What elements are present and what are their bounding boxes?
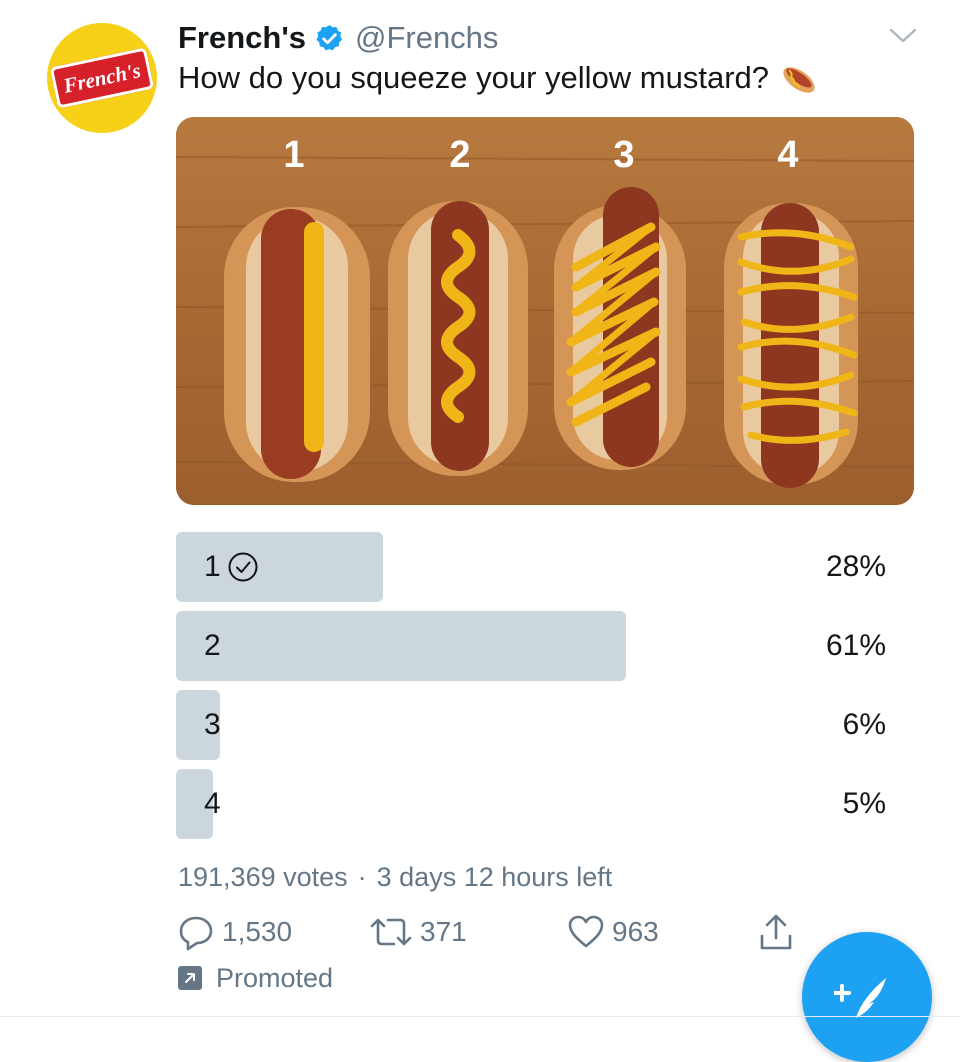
reply-icon xyxy=(179,916,213,951)
photo-number-3: 3 xyxy=(613,134,634,176)
hotdog-1 xyxy=(224,207,370,482)
poll-meta: 191,369 votes · 3 days 12 hours left xyxy=(178,862,612,893)
poll-option-label: 4 xyxy=(204,769,221,839)
reply-button[interactable]: 1,530 xyxy=(176,910,292,954)
retweet-icon xyxy=(370,918,412,946)
share-icon xyxy=(760,914,792,950)
poll-percent: 28% xyxy=(825,550,886,583)
poll-option-2: 2 61% xyxy=(176,611,914,681)
poll-option-label: 1 xyxy=(204,532,259,602)
poll-bar-2 xyxy=(176,611,626,681)
tweet-text: How do you squeeze your yellow mustard? xyxy=(178,60,819,96)
bottom-divider xyxy=(0,1016,960,1017)
hotdog-emoji-icon xyxy=(783,67,815,93)
poll-percent: 61% xyxy=(825,629,886,662)
like-button[interactable]: 963 xyxy=(566,910,659,954)
poll-option-label: 3 xyxy=(204,690,221,760)
reply-count: 1,530 xyxy=(222,916,293,947)
poll-option-3: 3 6% xyxy=(176,690,914,760)
meta-separator: · xyxy=(357,862,367,892)
hotdog-4 xyxy=(724,203,858,488)
photo-number-2: 2 xyxy=(449,134,470,176)
tweet-header: French's @Frenchs xyxy=(178,18,498,58)
poll-option-text: 4 xyxy=(204,787,221,820)
promoted-text: Promoted xyxy=(216,962,334,993)
like-count: 963 xyxy=(612,916,659,947)
account-name[interactable]: French's xyxy=(178,20,306,56)
photo-number-4: 4 xyxy=(777,134,798,176)
poll-percent: 6% xyxy=(842,708,886,741)
tweet-photo[interactable]: 1 2 3 4 xyxy=(176,117,914,505)
heart-icon xyxy=(568,915,604,948)
tweet-text-content: How do you squeeze your yellow mustard? xyxy=(178,60,770,95)
poll-option-1: 1 28% xyxy=(176,532,914,602)
verified-badge-icon xyxy=(316,24,342,50)
hotdog-2 xyxy=(388,201,528,476)
poll-option-text: 1 xyxy=(204,550,221,583)
promoted-arrow-icon xyxy=(178,966,202,990)
frenchs-logo: French's xyxy=(49,47,155,109)
check-circle-icon xyxy=(228,552,258,582)
poll-option-text: 3 xyxy=(204,708,221,741)
retweet-button[interactable]: 371 xyxy=(368,910,467,954)
vote-count: 191,369 votes xyxy=(178,862,348,892)
poll-option-label: 2 xyxy=(204,611,221,681)
retweet-count: 371 xyxy=(420,916,467,947)
chevron-down-icon[interactable] xyxy=(888,26,918,46)
poll-option-text: 2 xyxy=(204,629,221,662)
hotdog-3 xyxy=(554,187,686,470)
poll-option-4: 4 5% xyxy=(176,769,914,839)
hotdogs-illustration: 1 2 3 4 xyxy=(176,117,914,505)
share-button[interactable] xyxy=(756,910,802,954)
avatar[interactable]: French's xyxy=(47,23,157,133)
promoted-label: Promoted xyxy=(178,960,333,996)
compose-quill-icon xyxy=(834,978,886,1018)
poll-percent: 5% xyxy=(842,787,886,820)
time-left: 3 days 12 hours left xyxy=(376,862,613,892)
logo-text: French's xyxy=(61,57,143,98)
tweet-actions: 1,530 371 963 xyxy=(176,910,916,954)
account-handle[interactable]: @Frenchs xyxy=(355,20,498,56)
compose-tweet-button[interactable] xyxy=(802,932,932,1062)
photo-number-1: 1 xyxy=(283,134,304,176)
